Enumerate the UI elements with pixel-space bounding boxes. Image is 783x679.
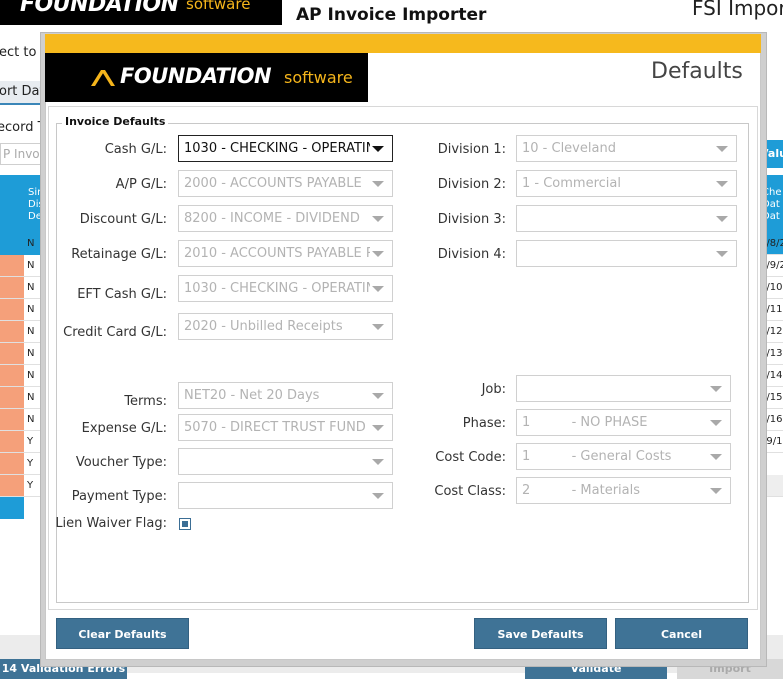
discount-gl-select[interactable]: 8200 - INCOME - DIVIDEND: [178, 205, 393, 232]
lien-waiver-label: Lien Waiver Flag:: [55, 516, 167, 531]
chevron-down-icon: [372, 286, 384, 292]
chevron-down-icon: [716, 216, 728, 222]
chevron-down-icon: [716, 146, 728, 152]
expense-gl-label: Expense G/L:: [81, 421, 167, 436]
expense-gl-select[interactable]: 5070 - DIRECT TRUST FUND: [178, 414, 393, 441]
eft-cash-gl-value: 1030 - CHECKING - OPERATIN: [184, 281, 370, 296]
ap-gl-label: A/P G/L:: [115, 177, 167, 192]
division-2-label: Division 2:: [437, 177, 506, 192]
retainage-gl-label: Retainage G/L:: [71, 247, 167, 262]
eft-cash-gl-select[interactable]: 1030 - CHECKING - OPERATIN: [178, 275, 393, 302]
table-cell: N: [27, 238, 35, 249]
ap-gl-value: 2000 - ACCOUNTS PAYABLE: [184, 176, 362, 191]
lien-waiver-checkbox[interactable]: [179, 518, 191, 530]
cost-class-label: Cost Class:: [434, 484, 506, 499]
cancel-button[interactable]: Cancel: [615, 618, 748, 649]
cost-class-value: 2 - Materials: [522, 483, 641, 498]
cost-class-select[interactable]: 2 - Materials: [516, 477, 731, 504]
dialog-accent-bar: [45, 34, 761, 53]
app-logo-wordmark: FOUNDATION: [20, 0, 179, 17]
division-2-select[interactable]: 1 - Commercial: [516, 170, 737, 197]
division-3-label: Division 3:: [437, 212, 506, 227]
app-logo: FOUNDATION software: [0, 0, 282, 25]
chevron-down-icon: [716, 181, 728, 187]
chevron-down-icon: [710, 488, 722, 494]
division-1-label: Division 1:: [437, 142, 506, 157]
chevron-down-icon: [716, 251, 728, 257]
chevron-down-icon: [372, 181, 384, 187]
chevron-down-icon: [710, 454, 722, 460]
clear-defaults-button[interactable]: Clear Defaults: [56, 618, 189, 649]
dialog-logo: FOUNDATION software: [45, 53, 368, 102]
app-right-title: FSI Impor: [692, 0, 783, 20]
app-logo-suffix: software: [186, 0, 251, 13]
dialog-logo-wordmark: FOUNDATION: [120, 64, 272, 88]
chevron-down-icon: [372, 393, 384, 399]
chevron-down-icon: [372, 425, 384, 431]
app-title: AP Invoice Importer: [296, 5, 487, 25]
connect-label: ect to I: [0, 45, 45, 60]
terms-value: NET20 - Net 20 Days: [184, 388, 320, 403]
retainage-gl-value: 2010 - ACCOUNTS PAYABLE RE: [184, 246, 370, 261]
eft-cash-gl-label: EFT Cash G/L:: [77, 287, 167, 302]
division-1-select[interactable]: 10 - Cleveland: [516, 135, 737, 162]
cost-code-label: Cost Code:: [435, 450, 506, 465]
chevron-down-icon: [372, 251, 384, 257]
terms-label: Terms:: [124, 394, 167, 409]
invoice-defaults-group-label: Invoice Defaults: [62, 115, 169, 128]
payment-type-select[interactable]: [178, 482, 393, 509]
job-label: Job:: [481, 382, 506, 397]
terms-select[interactable]: NET20 - Net 20 Days: [178, 382, 393, 409]
cost-code-select[interactable]: 1 - General Costs: [516, 443, 731, 470]
chevron-down-icon: [710, 386, 722, 392]
logo-chevron-icon: [91, 70, 115, 86]
chevron-down-icon: [372, 216, 384, 222]
credit-card-gl-select[interactable]: 2020 - Unbilled Receipts: [178, 313, 393, 340]
checkbox-checked-icon: [182, 521, 188, 527]
chevron-down-icon: [372, 493, 384, 499]
chevron-down-icon: [372, 459, 384, 465]
phase-select[interactable]: 1 - NO PHASE: [516, 409, 731, 436]
expense-gl-value: 5070 - DIRECT TRUST FUND: [184, 420, 366, 435]
retainage-gl-select[interactable]: 2010 - ACCOUNTS PAYABLE RE: [178, 240, 393, 267]
cash-gl-select[interactable]: 1030 - CHECKING - OPERATIN: [178, 135, 393, 162]
credit-card-gl-value: 2020 - Unbilled Receipts: [184, 319, 343, 334]
cash-gl-value: 1030 - CHECKING - OPERATIN: [184, 141, 370, 156]
discount-gl-label: Discount G/L:: [79, 212, 167, 227]
chevron-down-icon: [710, 420, 722, 426]
credit-card-gl-label: Credit Card G/L:: [63, 325, 167, 340]
dialog-logo-suffix: software: [284, 68, 353, 87]
phase-value: 1 - NO PHASE: [522, 415, 648, 430]
save-defaults-button[interactable]: Save Defaults: [474, 618, 607, 649]
discount-gl-value: 8200 - INCOME - DIVIDEND: [184, 211, 360, 226]
cost-code-value: 1 - General Costs: [522, 449, 672, 464]
chevron-down-icon: [372, 146, 384, 152]
ap-gl-select[interactable]: 2000 - ACCOUNTS PAYABLE: [178, 170, 393, 197]
table-row-footer: [0, 497, 24, 519]
dialog-title: Defaults: [651, 59, 743, 84]
chevron-down-icon: [372, 324, 384, 330]
division-1-value: 10 - Cleveland: [522, 141, 616, 156]
payment-type-label: Payment Type:: [71, 489, 167, 504]
division-4-select[interactable]: [516, 240, 737, 267]
division-4-label: Division 4:: [437, 247, 506, 262]
job-select[interactable]: [516, 375, 731, 402]
division-3-select[interactable]: [516, 205, 737, 232]
phase-label: Phase:: [462, 416, 506, 431]
voucher-type-select[interactable]: [178, 448, 393, 475]
cash-gl-label: Cash G/L:: [104, 142, 167, 157]
division-2-value: 1 - Commercial: [522, 176, 621, 191]
voucher-type-label: Voucher Type:: [75, 455, 167, 470]
